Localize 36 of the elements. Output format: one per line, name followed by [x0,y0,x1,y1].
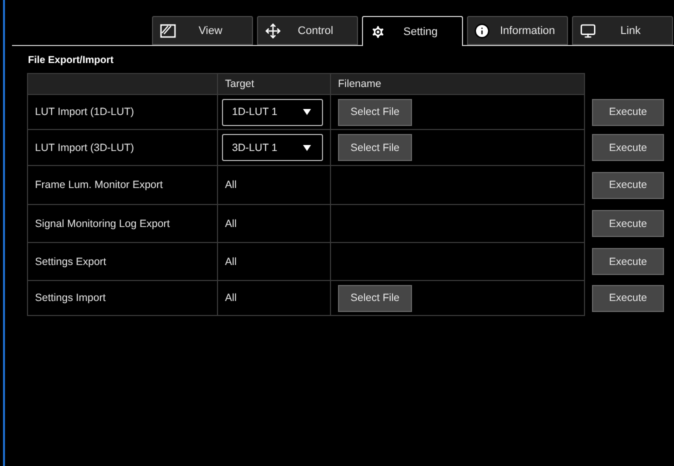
move-icon [265,22,281,38]
select-file-button[interactable]: Select File [338,134,412,161]
execute-button[interactable]: Execute [592,248,664,275]
monitors-icon [580,22,596,38]
settings-icon [370,24,386,40]
target-dropdown[interactable]: 1D-LUT 1 [222,98,323,126]
select-file-button[interactable]: Select File [338,98,412,126]
column-header: Filename [330,74,584,94]
execute-button[interactable]: Execute [592,98,664,126]
execute-button[interactable]: Execute [592,134,664,161]
row-label: Settings Export [35,256,106,268]
info-icon [474,22,490,38]
target-value: All [225,256,237,268]
select-file-button[interactable]: Select File [338,284,412,312]
row-label: Signal Monitoring Log Export [35,218,170,230]
tab[interactable]: Link [572,16,673,45]
target-dropdown[interactable]: 3D-LUT 1 [222,134,323,161]
execute-button[interactable]: Execute [592,210,664,237]
caret-icon [303,144,311,150]
tab[interactable]: Setting [362,16,463,46]
row-label: LUT Import (1D-LUT) [35,106,134,118]
row-label: LUT Import (3D-LUT) [35,142,134,154]
target-value: All [225,292,237,304]
screen-icon [160,24,176,38]
target-value: All [225,179,237,191]
column-header: Target [218,74,330,94]
tab[interactable]: View [152,16,253,45]
tab[interactable]: Information [467,16,568,45]
execute-button[interactable]: Execute [592,284,664,312]
tab[interactable]: Control [257,16,358,45]
target-value: All [225,218,237,230]
row-label: Frame Lum. Monitor Export [35,179,163,191]
execute-button[interactable]: Execute [592,172,664,198]
row-label: Settings Import [35,292,106,304]
caret-icon [303,109,311,115]
section-title: File Export/Import [28,55,114,66]
